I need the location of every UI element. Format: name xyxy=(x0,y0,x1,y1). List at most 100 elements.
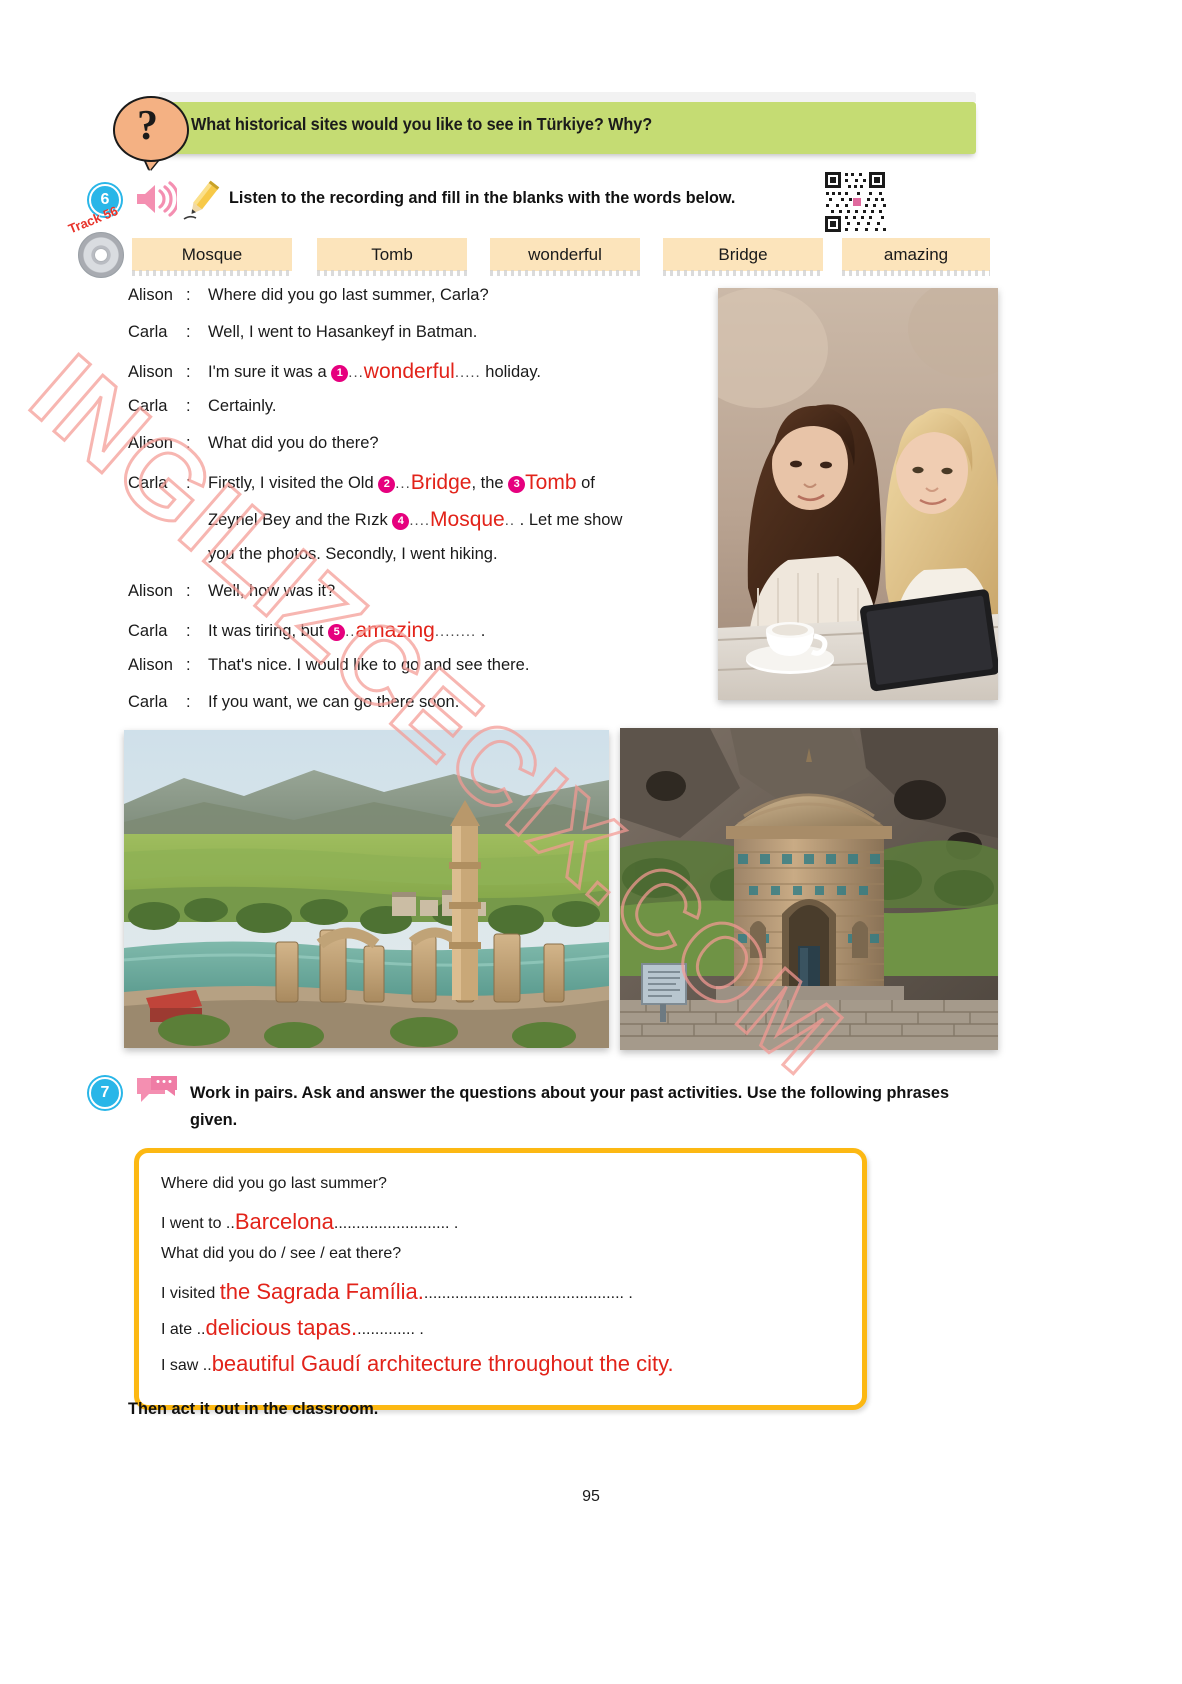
speaker-colon: : xyxy=(186,622,191,640)
phrase-line: I ate ..delicious tapas.............. . xyxy=(161,1315,424,1341)
phrase-line: I visited the Sagrada Família...........… xyxy=(161,1279,633,1305)
blank-number: 4 xyxy=(392,513,410,530)
phrase-prompt: What did you do / see / eat there? xyxy=(161,1245,402,1262)
dialogue-text: I'm sure it was a xyxy=(208,363,332,381)
dialogue-line: Carla: It was tiring, but 5 ..amazing.....… xyxy=(128,619,708,656)
blank-dots: .. xyxy=(504,512,516,529)
word-chip[interactable]: amazing xyxy=(842,238,990,276)
word-chip[interactable]: Tomb xyxy=(317,238,467,276)
dialogue-text: Certainly. xyxy=(208,397,277,415)
cd-hole xyxy=(94,248,108,262)
photo-girls-with-tablet xyxy=(718,288,998,700)
blank-dots: .... xyxy=(409,512,431,529)
filled-answer: beautiful Gaudí architecture throughout … xyxy=(211,1351,674,1376)
dialogue-text: you the photos. Secondly, I went hiking. xyxy=(208,545,498,563)
phrase-prompt: I visited xyxy=(161,1285,220,1302)
exercise6-instruction: Listen to the recording and fill in the … xyxy=(229,188,736,207)
qr-code[interactable] xyxy=(823,170,887,234)
speaker-colon: : xyxy=(186,323,191,341)
page-number: 95 xyxy=(582,1488,600,1505)
pencil-icon xyxy=(178,179,224,223)
dialogue-text: That's nice. I would like to go and see … xyxy=(208,656,530,674)
phrase-prompt: Where did you go last summer? xyxy=(161,1175,387,1192)
question-banner: ? What historical sites would you like t… xyxy=(113,92,976,170)
dialogue-line: Alison: That's nice. I would like to go a… xyxy=(128,656,708,693)
blank-dots: ........ xyxy=(434,623,477,640)
dialogue-line: Carla: Certainly. xyxy=(128,397,708,434)
speaker-colon: : xyxy=(186,434,191,452)
speaker-name: Alison xyxy=(128,656,173,674)
dialogue-line: Alison: What did you do there? xyxy=(128,434,708,471)
exercise7-instruction: Work in pairs. Ask and answer the questi… xyxy=(190,1083,950,1129)
word-chip[interactable]: Bridge xyxy=(663,238,823,276)
question-mark-glyph: ? xyxy=(137,103,158,149)
phrase-prompt: I went to .. xyxy=(161,1215,235,1232)
speaker-name: Carla xyxy=(128,622,168,640)
blank-dots: ... xyxy=(395,475,411,492)
banner-question-text: What historical sites would you like to … xyxy=(191,114,653,134)
textbook-page: ? What historical sites would you like t… xyxy=(0,0,1182,1684)
photo-zeynel-bey-tomb xyxy=(620,728,998,1050)
phrase-prompt: I saw .. xyxy=(161,1357,212,1374)
filled-answer: Tomb xyxy=(525,471,577,494)
closing-instruction: Then act it out in the classroom. xyxy=(128,1399,379,1418)
speaker-colon: : xyxy=(186,693,191,711)
speaker-colon: : xyxy=(186,582,191,600)
filled-answer: the Sagrada Família. xyxy=(219,1279,424,1304)
dialogue-text: , the xyxy=(471,474,509,492)
blank-number: 1 xyxy=(331,365,349,382)
photo-hasankeyf-landscape xyxy=(124,730,609,1048)
phrase-dots: ............. . xyxy=(357,1321,424,1338)
speaker-colon: : xyxy=(186,474,191,492)
filled-answer: delicious tapas. xyxy=(205,1315,358,1340)
speaker-icon xyxy=(133,181,180,217)
speaker-name: Carla xyxy=(128,397,168,415)
speaker-name: Alison xyxy=(128,434,173,452)
dialogue-text: Firstly, I visited the Old xyxy=(208,474,379,492)
dialogue-line: Alison: I'm sure it was a 1 ...wonderful..… xyxy=(128,360,708,397)
dialogue-line: Carla: If you want, we can go there soon. xyxy=(128,693,708,730)
blank-number: 3 xyxy=(508,476,526,493)
blank-number: 2 xyxy=(378,476,396,493)
dialogue-line: Carla: Well, I went to Hasankeyf in Batma… xyxy=(128,323,708,360)
filled-answer: wonderful xyxy=(363,360,455,383)
filled-answer: Bridge xyxy=(410,471,472,494)
exercise-number-7: 7 xyxy=(89,1077,121,1109)
dialogue-text: Well, I went to Hasankeyf in Batman. xyxy=(208,323,478,341)
speaker-name: Carla xyxy=(128,474,168,492)
speaker-name: Alison xyxy=(128,363,173,381)
dialogue-line-continuation: Zeynel Bey and the Rızk 4 ....Mosque.. . … xyxy=(128,508,708,545)
dialogue-text: Well, how was it? xyxy=(208,582,336,600)
dialogue-text: It was tiring, but xyxy=(208,622,329,640)
filled-answer: amazing xyxy=(355,619,435,642)
phrase-dots: ........................................… xyxy=(423,1285,633,1302)
word-chip[interactable]: wonderful xyxy=(490,238,640,276)
speaker-colon: : xyxy=(186,286,191,304)
dialogue-block: Alison: Where did you go last summer, Car… xyxy=(128,286,708,730)
phrase-line: What did you do / see / eat there? xyxy=(161,1245,401,1263)
speaker-name: Alison xyxy=(128,286,173,304)
speaker-colon: : xyxy=(186,363,191,381)
speech-bubbles-icon xyxy=(135,1076,179,1108)
audio-track-badge: Track 56 xyxy=(66,203,142,280)
dialogue-text: Where did you go last summer, Carla? xyxy=(208,286,489,304)
filled-answer: Barcelona xyxy=(234,1209,334,1234)
blank-dots: ... xyxy=(348,364,364,381)
dialogue-line: Alison: Well, how was it? xyxy=(128,582,708,619)
dialogue-line-continuation: you the photos. Secondly, I went hiking. xyxy=(128,545,708,582)
speaker-colon: : xyxy=(186,656,191,674)
phrase-dots: .......................... . xyxy=(333,1215,459,1232)
banner-shadow-strip xyxy=(159,92,976,102)
word-chip[interactable]: Mosque xyxy=(132,238,292,276)
phrase-line: I went to ..Barcelona...................… xyxy=(161,1209,458,1235)
dialogue-text: Zeynel Bey and the Rızk xyxy=(208,511,393,529)
dialogue-text: of xyxy=(576,474,595,492)
dialogue-text: If you want, we can go there soon. xyxy=(208,693,460,711)
blank-dots: ..... xyxy=(454,364,481,381)
dialogue-text: . xyxy=(476,622,486,640)
speaker-name: Carla xyxy=(128,693,168,711)
speaker-name: Carla xyxy=(128,323,168,341)
phrase-line: I saw ..beautiful Gaudí architecture thr… xyxy=(161,1351,674,1377)
dialogue-text: holiday. xyxy=(480,363,541,381)
word-bank: Mosque Tomb wonderful Bridge amazing xyxy=(132,238,990,276)
